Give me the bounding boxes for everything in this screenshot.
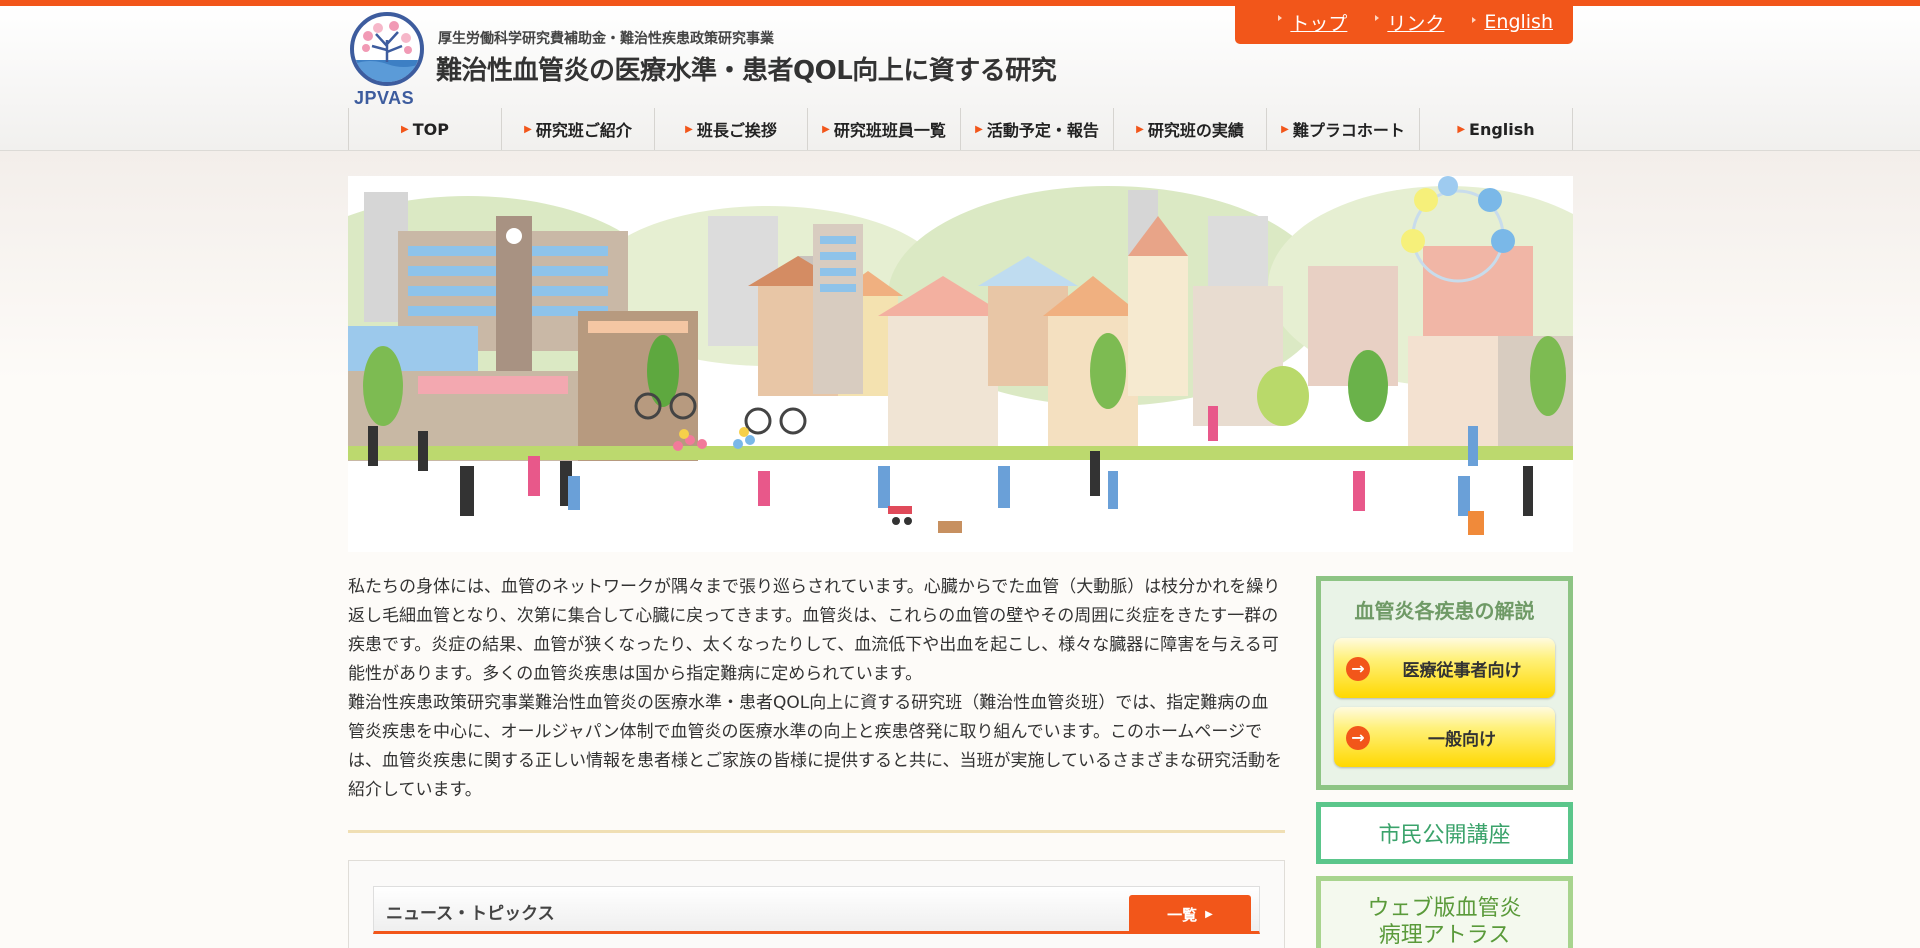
arrow-icon: ▶	[1281, 123, 1289, 135]
logo-text: JPVAS	[354, 88, 415, 108]
arrow-icon: ▶	[524, 123, 532, 135]
arrow-icon: ▶	[685, 123, 693, 135]
nav-label: 活動予定・報告	[986, 121, 1099, 140]
logo-emblem	[350, 12, 424, 86]
nav-item-greeting[interactable]: ▶ 班長ご挨拶	[655, 108, 808, 150]
hero-banner-illustration	[348, 176, 1573, 552]
main-nav: ▶ TOP ▶ 研究班ご紹介 ▶ 班長ご挨拶 ▶ 研究班班員一覧 ▶ 活動予定・報告 ▶ 研…	[348, 108, 1573, 150]
news-all-button[interactable]: 一覧 ▶	[1129, 895, 1251, 933]
disease-explanation-panel: 血管炎各疾患の解説 → 医療従事者向け → 一般向け	[1316, 576, 1573, 790]
site-title[interactable]: 難治性血管炎の医療水準・患者QOL向上に資する研究	[436, 50, 1057, 87]
for-medical-professionals-button[interactable]: → 医療従事者向け	[1334, 638, 1555, 698]
news-all-label: 一覧	[1167, 905, 1198, 924]
arrow-icon: ▶	[822, 123, 830, 135]
site-logo[interactable]: JPVAS	[348, 12, 428, 112]
nav-item-achievements[interactable]: ▶ 研究班の実績	[1114, 108, 1267, 150]
section-divider	[348, 830, 1285, 833]
public-lecture-link[interactable]: 市民公開講座	[1316, 802, 1573, 864]
atlas-label-line2: 病理アトラス	[1378, 923, 1511, 948]
news-title: ニュース・トピックス	[386, 904, 555, 924]
nav-label: TOP	[412, 119, 449, 139]
arrow-icon: ▶	[1136, 123, 1144, 135]
public-lecture-label: 市民公開講座	[1378, 823, 1511, 848]
arrow-icon: ▶	[401, 123, 409, 135]
nav-label: 研究班ご紹介	[535, 121, 632, 140]
nav-item-top[interactable]: ▶ TOP	[349, 108, 502, 150]
intro-text: 私たちの身体には、血管のネットワークが隅々まで張り巡らされています。心臓からでた…	[348, 573, 1285, 805]
button-label: 一般向け	[1428, 730, 1496, 750]
nav-item-english[interactable]: ▶ English	[1420, 108, 1573, 150]
arrow-icon: ▶	[975, 123, 983, 135]
arrow-icon: ▶	[1457, 123, 1466, 135]
atlas-label-line1: ウェブ版血管炎	[1367, 896, 1522, 921]
disease-panel-title: 血管炎各疾患の解説	[1354, 599, 1535, 623]
nav-label: 難プラコホート	[1292, 121, 1405, 140]
page-container: JPVAS 厚生労働科学研究費補助金・難治性疾患政策研究事業 難治性血管炎の医療…	[348, 0, 1573, 948]
for-general-public-button[interactable]: → 一般向け	[1334, 707, 1555, 767]
nav-label: English	[1469, 119, 1535, 139]
top-links-bar: トップ リンク English	[1235, 0, 1573, 44]
button-label: 医療従事者向け	[1402, 661, 1522, 681]
nav-label: 研究班の実績	[1147, 121, 1244, 140]
nav-item-cohort[interactable]: ▶ 難プラコホート	[1267, 108, 1420, 150]
site-subtitle: 厚生労働科学研究費補助金・難治性疾患政策研究事業	[438, 31, 774, 47]
top-link-top[interactable]: トップ	[1278, 9, 1347, 36]
intro-paragraph-2: 難治性疾患政策研究事業難治性血管炎の医療水準・患者QOL向上に資する研究班（難治…	[348, 693, 1282, 800]
top-link-english[interactable]: English	[1472, 11, 1553, 33]
pathology-atlas-link[interactable]: ウェブ版血管炎 病理アトラス	[1316, 876, 1573, 948]
top-link-links[interactable]: リンク	[1375, 9, 1444, 36]
intro-paragraph-1: 私たちの身体には、血管のネットワークが隅々まで張り巡らされています。心臓からでた…	[348, 577, 1281, 684]
nav-item-activities[interactable]: ▶ 活動予定・報告	[961, 108, 1114, 150]
nav-label: 班長ご挨拶	[696, 121, 777, 140]
nav-label: 研究班班員一覧	[833, 121, 946, 140]
caret-right-icon: ▶	[1205, 908, 1213, 920]
arrow-right-icon: →	[1346, 657, 1370, 681]
arrow-right-icon: →	[1346, 726, 1370, 750]
nav-item-about[interactable]: ▶ 研究班ご紹介	[502, 108, 655, 150]
news-section: ニュース・トピックス 一覧 ▶	[348, 860, 1285, 948]
news-header: ニュース・トピックス 一覧 ▶	[373, 886, 1260, 934]
nav-item-members[interactable]: ▶ 研究班班員一覧	[808, 108, 961, 150]
